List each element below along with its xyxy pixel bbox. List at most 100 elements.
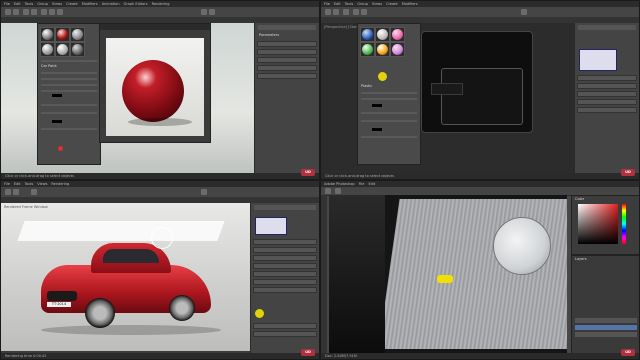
material-slot[interactable] [375, 27, 390, 42]
red-sphere [122, 60, 184, 122]
render-frame-window: Rendered Frame Window TT·2014 [1, 203, 253, 351]
layer-row[interactable] [575, 332, 637, 337]
color-swatch[interactable] [52, 94, 62, 97]
rotate-icon[interactable] [361, 9, 367, 15]
menu-group[interactable]: Group [357, 2, 368, 6]
menu-edit[interactable]: Edit [334, 2, 341, 6]
scale-icon[interactable] [57, 9, 63, 15]
menu-file[interactable]: File [324, 2, 330, 6]
render-canvas [106, 38, 204, 136]
hue-slider[interactable] [622, 204, 626, 244]
menu-views[interactable]: Views [52, 2, 62, 6]
dark-frame [329, 195, 385, 355]
undo-icon[interactable] [5, 189, 11, 195]
color-swatch[interactable] [372, 128, 382, 131]
move-icon[interactable] [41, 9, 47, 15]
license-plate: TT·2014 [47, 302, 71, 307]
menu-animation[interactable]: Animation [102, 2, 120, 6]
app-title: Adobe Photoshop [324, 182, 355, 186]
material-slot[interactable] [40, 42, 55, 57]
menu-tools[interactable]: Tools [345, 2, 354, 6]
menu-views[interactable]: Views [372, 2, 382, 6]
color-field[interactable] [578, 204, 618, 244]
menu-file[interactable]: File [4, 2, 10, 6]
render-teapot-icon[interactable] [209, 9, 215, 15]
status-bar: Click or click-and-drag to select object… [321, 173, 639, 179]
panel-tabs[interactable] [254, 205, 316, 210]
undo-icon[interactable] [5, 9, 11, 15]
material-editor: Car Paint [37, 23, 101, 165]
highlight-marker [58, 146, 63, 151]
sphere-slot-icon [72, 44, 83, 55]
yellow-indicator [437, 275, 453, 283]
material-slot[interactable] [55, 27, 70, 42]
link-icon[interactable] [23, 9, 29, 15]
render-window-title: Rendered Frame Window [4, 205, 48, 209]
color-swatch[interactable] [52, 120, 62, 123]
menu-edit[interactable]: Edit [14, 2, 21, 6]
material-slot[interactable] [375, 42, 390, 57]
material-slot[interactable] [390, 42, 405, 57]
modifier-list[interactable] [255, 217, 287, 235]
undo-icon[interactable] [325, 9, 331, 15]
highlight-marker [255, 309, 264, 318]
menu-group[interactable]: Group [37, 2, 48, 6]
highlight-marker [378, 72, 387, 81]
menu-graph-editors[interactable]: Graph Editors [124, 2, 148, 6]
menu-file[interactable]: File [359, 182, 365, 186]
material-slot[interactable] [70, 42, 85, 57]
color-swatch[interactable] [372, 104, 382, 107]
quadrant-bottom-right-photoshop: Adobe Photoshop File Edit Color Layers D… [320, 180, 640, 360]
material-slot[interactable] [40, 27, 55, 42]
panel-title: Parameters [259, 33, 280, 37]
material-slot[interactable] [360, 42, 375, 57]
photoshop-brush-icon[interactable] [325, 188, 331, 194]
menu-create[interactable]: Create [386, 2, 398, 6]
layer-row[interactable] [575, 318, 637, 323]
material-name[interactable]: Plastic [361, 84, 372, 88]
render-teapot-icon[interactable] [201, 189, 207, 195]
redo-icon[interactable] [333, 9, 339, 15]
canvas[interactable] [329, 195, 567, 355]
tools-panel [321, 195, 327, 353]
menu-create[interactable]: Create [66, 2, 78, 6]
menu-edit[interactable]: Edit [14, 182, 21, 186]
brush-size-icon[interactable] [335, 188, 341, 194]
move-icon[interactable] [353, 9, 359, 15]
redo-icon[interactable] [13, 189, 19, 195]
menu-edit[interactable]: Edit [368, 182, 375, 186]
menu-tools[interactable]: Tools [25, 182, 34, 186]
menu-file[interactable]: File [4, 182, 10, 186]
panel-tabs[interactable] [258, 25, 316, 30]
light-gizmo[interactable] [151, 227, 173, 249]
menu-modifiers[interactable]: Modifiers [82, 2, 98, 6]
move-icon[interactable] [31, 189, 37, 195]
layer-row-selected[interactable] [575, 325, 637, 330]
render-setup-icon[interactable] [201, 9, 207, 15]
material-name[interactable]: Car Paint [41, 64, 57, 68]
sphere-slot-icon [392, 29, 403, 40]
panel-tabs[interactable] [578, 25, 636, 30]
sphere-slot-icon [362, 44, 373, 55]
rotate-icon[interactable] [49, 9, 55, 15]
material-slot[interactable] [55, 42, 70, 57]
material-slot[interactable] [70, 27, 85, 42]
command-panel: Parameters [254, 23, 319, 173]
menu-modifiers[interactable]: Modifiers [402, 2, 418, 6]
render-teapot-icon[interactable] [521, 9, 527, 15]
select-icon[interactable] [343, 9, 349, 15]
render-frame-window [99, 23, 211, 143]
select-icon[interactable] [31, 9, 37, 15]
menu-views[interactable]: Views [37, 182, 47, 186]
menu-rendering[interactable]: Rendering [51, 182, 69, 186]
menu-rendering[interactable]: Rendering [152, 2, 170, 6]
menu-tools[interactable]: Tools [25, 2, 34, 6]
car-wheel-front [85, 298, 115, 328]
material-slot[interactable] [360, 27, 375, 42]
quadrant-top-left-3dsmax: File Edit Tools Group Views Create Modif… [0, 0, 320, 180]
redo-icon[interactable] [13, 9, 19, 15]
modifier-list[interactable] [579, 49, 617, 71]
material-slot[interactable] [390, 27, 405, 42]
status-text: Rendering time 0:00:42 [5, 354, 47, 358]
status-bar: Rendering time 0:00:42 [1, 353, 319, 359]
